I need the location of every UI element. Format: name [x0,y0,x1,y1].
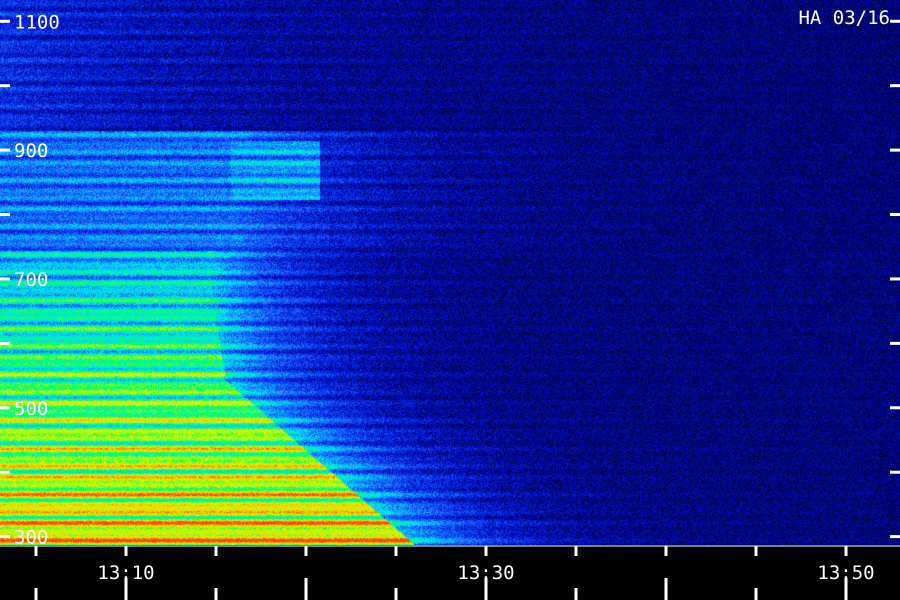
y-axis: 300 500 700 900 1100 [0,11,900,549]
chart-title: HA 03/16 [798,7,890,29]
chart-overlay: HA 03/16 300 500 700 900 1100 13:10 13:30 13:5… [0,7,900,600]
y-tick-label-900: 900 [14,140,48,162]
y-tick-label-700: 700 [14,269,48,291]
y-tick-label-300: 300 [14,527,48,549]
x-axis: 13:10 13:30 13:50 [0,545,900,600]
y-tick-label-500: 500 [14,398,48,420]
x-tick-label-13:50: 13:50 [817,562,874,584]
x-tick-label-13:30: 13:30 [457,562,514,584]
x-tick-label-13:10: 13:10 [97,562,154,584]
y-tick-label-1100: 1100 [14,11,60,33]
